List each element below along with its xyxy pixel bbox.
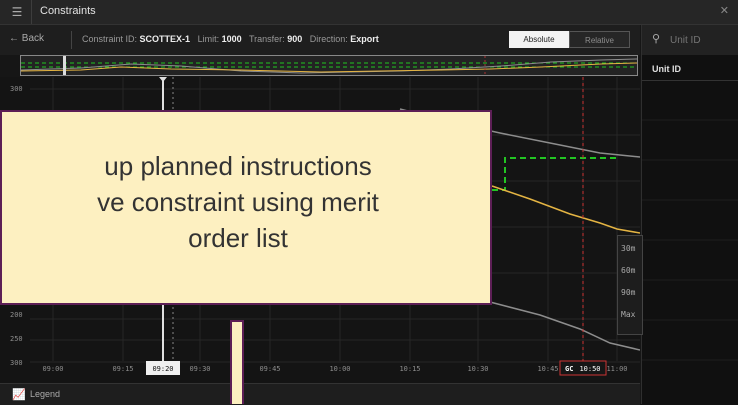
x-tick-label-8: 10:45 xyxy=(537,365,558,373)
legend-label: Legend xyxy=(30,389,61,399)
instruction-callout: up planned instructions ve constraint us… xyxy=(0,110,492,305)
limit-label: Limit: xyxy=(197,34,220,44)
x-tick-label-5: 10:00 xyxy=(329,365,350,373)
x-tick-label-6: 10:15 xyxy=(399,365,420,373)
constraint-meta: Constraint ID: SCOTTEX-1 Limit: 1000 Tra… xyxy=(82,34,379,44)
constraint-id-value: SCOTTEX-1 xyxy=(139,34,191,44)
direction-value: Export xyxy=(350,34,379,44)
y-tick-label-3: 300 xyxy=(10,359,23,367)
y-tick-label-1: 200 xyxy=(10,311,23,319)
unit-side-panel: ⚲ Unit ID xyxy=(641,25,738,404)
info-divider xyxy=(71,31,72,49)
x-tick-label-7: 10:30 xyxy=(467,365,488,373)
y-tick-label-2: 250 xyxy=(10,335,23,343)
back-label: Back xyxy=(21,33,45,44)
constraint-info-bar: ← Back Constraint ID: SCOTTEX-1 Limit: 1… xyxy=(0,25,640,55)
limit-value: 1000 xyxy=(221,34,242,44)
transfer-value: 900 xyxy=(287,34,303,44)
x-tick-label-3: 09:30 xyxy=(189,365,210,373)
legend-bar[interactable]: 📈 Legend xyxy=(0,383,640,405)
callout-text: up planned instructions ve constraint us… xyxy=(97,151,379,253)
direction-label: Direction: xyxy=(309,34,348,44)
gate-closure-label: GC xyxy=(565,365,573,373)
overview-mini-chart xyxy=(21,56,637,75)
constraint-id-label: Constraint ID: xyxy=(82,34,138,44)
x-tick-label-4: 09:45 xyxy=(259,365,280,373)
chart-icon: 📈 xyxy=(12,388,26,401)
timeline-overview-strip[interactable] xyxy=(20,55,638,76)
time-horizon-selector: 30m 60m 90m Max xyxy=(617,235,643,335)
hamburger-icon[interactable]: ☰ xyxy=(9,4,25,20)
horizon-option-60m[interactable]: 60m xyxy=(621,266,635,275)
window-title: Constraints xyxy=(40,5,96,17)
back-button[interactable]: ← Back xyxy=(9,33,44,44)
panel-row-lines xyxy=(642,119,738,361)
transfer-label: Transfer: xyxy=(248,34,285,44)
horizon-option-max[interactable]: Max xyxy=(621,310,635,319)
callout-pointer xyxy=(230,320,244,404)
x-tick-label-0: 09:00 xyxy=(42,365,63,373)
horizon-option-30m[interactable]: 30m xyxy=(621,244,635,253)
constraints-app: ☰ Constraints ✕ ← Back Constraint ID: SC… xyxy=(0,0,738,405)
horizon-option-90m[interactable]: 90m xyxy=(621,288,635,297)
x-tick-label-current: 09:20 xyxy=(152,365,173,373)
relative-toggle-button[interactable]: Relative xyxy=(569,31,630,48)
x-tick-label-gate-closure: 10:50 xyxy=(579,365,600,373)
title-bar: ☰ Constraints ✕ xyxy=(0,0,738,25)
title-separator xyxy=(31,0,32,24)
absolute-toggle-button[interactable]: Absolute xyxy=(509,31,569,48)
close-icon[interactable]: ✕ xyxy=(720,4,729,17)
y-tick-label-0: 300 xyxy=(10,85,23,93)
x-tick-label-10: 11:00 xyxy=(606,365,627,373)
x-tick-label-1: 09:15 xyxy=(112,365,133,373)
